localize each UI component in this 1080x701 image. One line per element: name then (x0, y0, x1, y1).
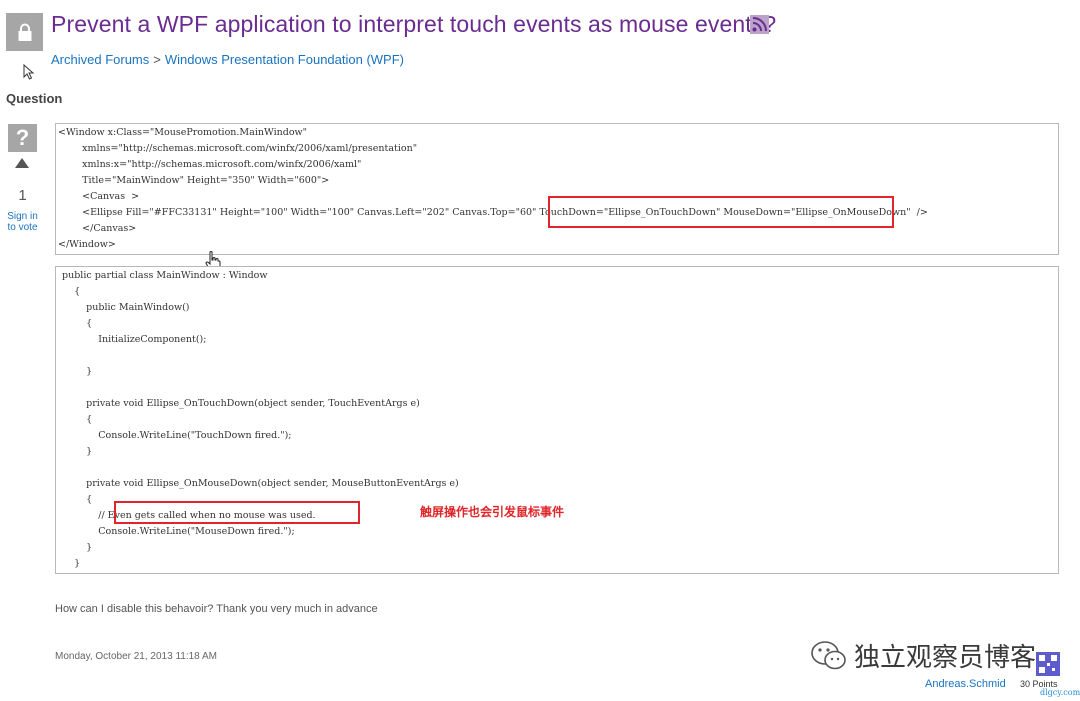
code-line: } (62, 446, 93, 457)
code-line: { (62, 494, 93, 505)
code-line: <Canvas > (58, 191, 140, 202)
vote-up-arrow-icon[interactable] (15, 158, 29, 168)
code-line: private void Ellipse_OnMouseDown(object … (62, 478, 459, 489)
code-line: } (62, 366, 93, 377)
mouse-pointer-icon (23, 64, 35, 80)
page-title: Prevent a WPF application to interpret t… (51, 11, 777, 37)
breadcrumb-wpf[interactable]: Windows Presentation Foundation (WPF) (165, 52, 404, 67)
question-mark-icon: ? (8, 124, 37, 152)
lock-icon-box (6, 13, 43, 51)
code-line: private void Ellipse_OnTouchDown(object … (62, 398, 420, 409)
code-line: public partial class MainWindow : Window (62, 270, 268, 281)
code-line: xmlns:x="http://schemas.microsoft.com/wi… (58, 159, 362, 170)
code-line: </Window> (58, 239, 116, 250)
breadcrumb-archived-forums[interactable]: Archived Forums (51, 52, 149, 67)
code-line: public MainWindow() (62, 302, 190, 313)
rss-icon[interactable] (750, 15, 769, 34)
vote-count: 1 (18, 187, 27, 204)
code-line: xmlns="http://schemas.microsoft.com/winf… (58, 143, 418, 154)
chinese-annotation: 触屏操作也会引发鼠标事件 (420, 505, 565, 519)
code-line: Title="MainWindow" Height="350" Width="6… (58, 175, 330, 186)
sign-in-line: Sign in (7, 211, 38, 222)
post-date: Monday, October 21, 2013 11:18 AM (55, 651, 217, 662)
lock-icon (18, 23, 31, 41)
to-vote-line: to vote (7, 222, 38, 233)
question-label: Question (6, 91, 63, 106)
code-line: } (62, 542, 93, 553)
watermark-site: dlgcy.com (1040, 688, 1080, 697)
breadcrumb-separator: > (153, 52, 161, 67)
code-line: Console.WriteLine("MouseDown fired."); (62, 526, 295, 537)
qr-code-icon (1036, 652, 1060, 676)
code-line: } (62, 558, 81, 569)
question-body-text: How can I disable this behavoir? Thank y… (55, 603, 378, 615)
code-line: </Canvas> (58, 223, 137, 234)
code-line: InitializeComponent(); (62, 334, 207, 345)
code-line: { (62, 318, 93, 329)
code-line: <Window x:Class="MousePromotion.MainWind… (58, 127, 308, 138)
watermark-text: 独立观察员博客 (854, 643, 1037, 673)
sign-in-to-vote-link[interactable]: Sign in to vote (0, 211, 45, 233)
highlight-box-touch-mouse-attributes (548, 196, 894, 228)
wechat-icon (811, 640, 846, 669)
code-line: { (62, 414, 93, 425)
highlight-box-comment (114, 501, 360, 524)
watermark: 独立观察员博客 (810, 637, 1036, 674)
author-link[interactable]: Andreas.Schmid (925, 678, 1006, 690)
code-line: { (62, 286, 81, 297)
breadcrumb: Archived Forums > Windows Presentation Fou… (51, 52, 404, 67)
code-line: Console.WriteLine("TouchDown fired."); (62, 430, 292, 441)
